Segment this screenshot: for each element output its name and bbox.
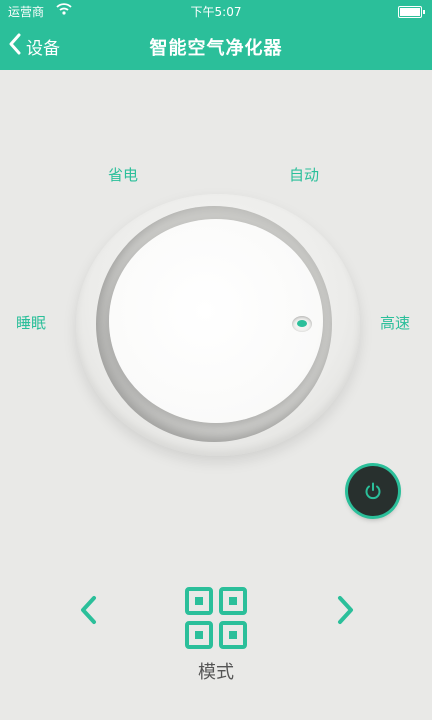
clock: 下午5:07 (190, 5, 242, 19)
next-mode-button[interactable] (330, 592, 360, 628)
mode-grid-button[interactable] (185, 587, 247, 649)
status-bar: 运营商 下午5:07 (0, 0, 432, 22)
mode-high-speed[interactable]: 高速 (380, 312, 410, 333)
power-icon (365, 482, 381, 500)
grid-icon (185, 587, 247, 649)
header: 运营商 下午5:07 设备 智能空气净化器 (0, 0, 432, 70)
battery-icon (398, 6, 425, 18)
power-button[interactable] (348, 466, 398, 516)
chevron-right-icon (338, 596, 353, 624)
mode-sleep[interactable]: 睡眠 (16, 312, 46, 333)
prev-mode-button[interactable] (74, 592, 104, 628)
mode-power-save[interactable]: 省电 (108, 164, 138, 185)
nav-bar: 设备 智能空气净化器 (0, 22, 432, 70)
page-title: 智能空气净化器 (149, 38, 283, 59)
mode-knob[interactable] (109, 219, 323, 423)
mode-label: 模式 (198, 662, 234, 683)
mode-auto[interactable]: 自动 (289, 164, 319, 185)
chevron-left-icon (81, 596, 96, 624)
knob-indicator-dot (292, 316, 312, 332)
